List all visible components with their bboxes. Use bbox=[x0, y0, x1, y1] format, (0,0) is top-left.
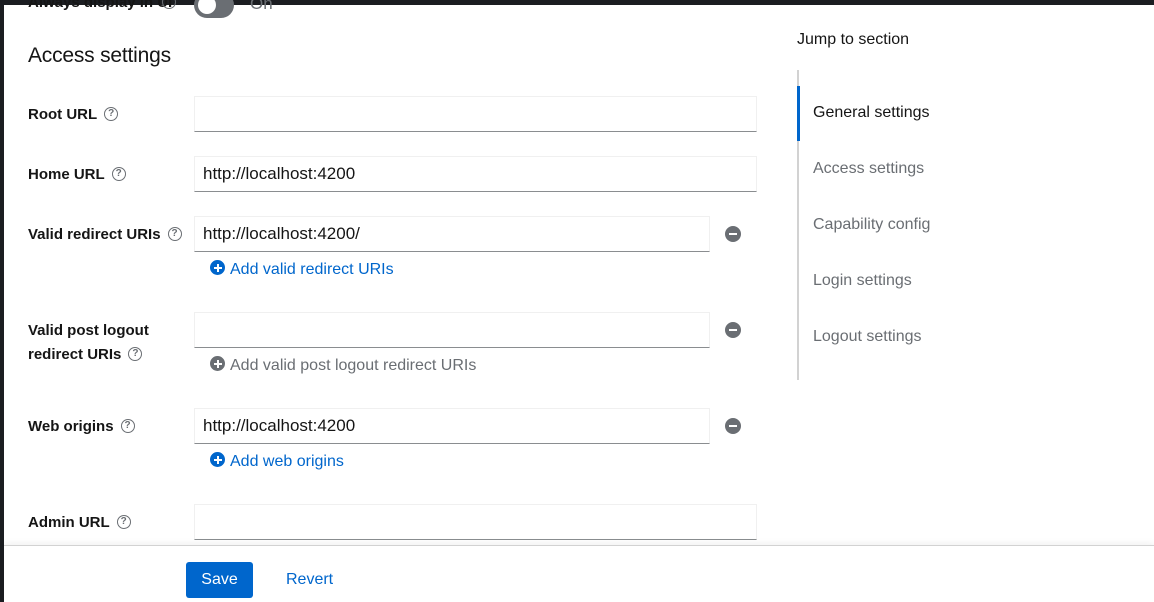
add-redirect-uri-label: Add valid redirect URIs bbox=[230, 261, 394, 278]
web-origins-label: Web origins? bbox=[28, 415, 135, 439]
valid-redirect-uris-label: Valid redirect URIs? bbox=[28, 223, 182, 247]
valid-redirect-uris-label-text: Valid redirect URIs bbox=[28, 226, 161, 243]
toggle-knob bbox=[198, 0, 216, 14]
web-origin-input[interactable] bbox=[194, 408, 710, 444]
post-logout-uri-input[interactable] bbox=[194, 312, 710, 348]
toggle-state-text: On bbox=[250, 0, 273, 13]
help-icon[interactable] bbox=[162, 0, 176, 9]
admin-url-label: Admin URL? bbox=[28, 511, 131, 535]
help-icon[interactable]: ? bbox=[128, 347, 143, 362]
form-footer: Save Revert bbox=[4, 545, 1154, 602]
help-icon[interactable]: ? bbox=[104, 107, 119, 122]
jump-item-logout-settings[interactable]: Logout settings bbox=[813, 327, 922, 347]
jump-to-section-title: Jump to section bbox=[797, 31, 910, 48]
help-icon[interactable]: ? bbox=[120, 419, 135, 434]
revert-button[interactable]: Revert bbox=[276, 562, 343, 598]
jump-item-access-settings[interactable]: Access settings bbox=[813, 159, 924, 179]
jump-item-general-settings[interactable]: General settings bbox=[813, 103, 930, 123]
add-post-logout-uri-label: Add valid post logout redirect URIs bbox=[230, 357, 477, 374]
add-redirect-uri-link[interactable]: Add valid redirect URIs bbox=[210, 260, 394, 280]
plus-circle-icon bbox=[210, 260, 225, 276]
jump-nav-active-indicator bbox=[797, 86, 800, 141]
remove-web-origin-button[interactable] bbox=[725, 418, 741, 434]
root-url-input[interactable] bbox=[194, 96, 757, 132]
save-button[interactable]: Save bbox=[186, 562, 253, 598]
always-display-toggle[interactable] bbox=[194, 0, 234, 18]
home-url-label: Home URL? bbox=[28, 163, 126, 187]
remove-post-logout-uri-button[interactable] bbox=[725, 322, 741, 338]
jump-item-capability-config[interactable]: Capability config bbox=[813, 215, 930, 235]
add-post-logout-uri-link[interactable]: Add valid post logout redirect URIs bbox=[210, 356, 476, 376]
post-logout-label: Valid post logout redirect URIs? bbox=[28, 319, 149, 367]
plus-circle-icon bbox=[210, 356, 225, 372]
root-url-label: Root URL? bbox=[28, 103, 119, 127]
post-logout-label-line2: redirect URIs bbox=[28, 346, 122, 363]
left-border bbox=[0, 0, 4, 602]
admin-url-input[interactable] bbox=[194, 504, 757, 540]
post-logout-label-line1: Valid post logout bbox=[28, 322, 149, 339]
valid-redirect-uri-input[interactable] bbox=[194, 216, 710, 252]
section-title: Access settings bbox=[28, 44, 171, 67]
plus-circle-icon bbox=[210, 452, 225, 468]
root-url-label-text: Root URL bbox=[28, 106, 98, 123]
web-origins-label-text: Web origins bbox=[28, 418, 114, 435]
add-web-origin-link[interactable]: Add web origins bbox=[210, 452, 344, 472]
help-icon[interactable]: ? bbox=[116, 515, 131, 530]
jump-item-login-settings[interactable]: Login settings bbox=[813, 271, 912, 291]
remove-redirect-uri-button[interactable] bbox=[725, 226, 741, 242]
add-web-origin-label: Add web origins bbox=[230, 453, 344, 470]
help-icon[interactable]: ? bbox=[111, 167, 126, 182]
home-url-input[interactable] bbox=[194, 156, 757, 192]
help-icon[interactable]: ? bbox=[167, 227, 182, 242]
home-url-label-text: Home URL bbox=[28, 166, 105, 183]
admin-url-label-text: Admin URL bbox=[28, 514, 110, 531]
always-display-label: Always display in UI bbox=[28, 0, 173, 11]
